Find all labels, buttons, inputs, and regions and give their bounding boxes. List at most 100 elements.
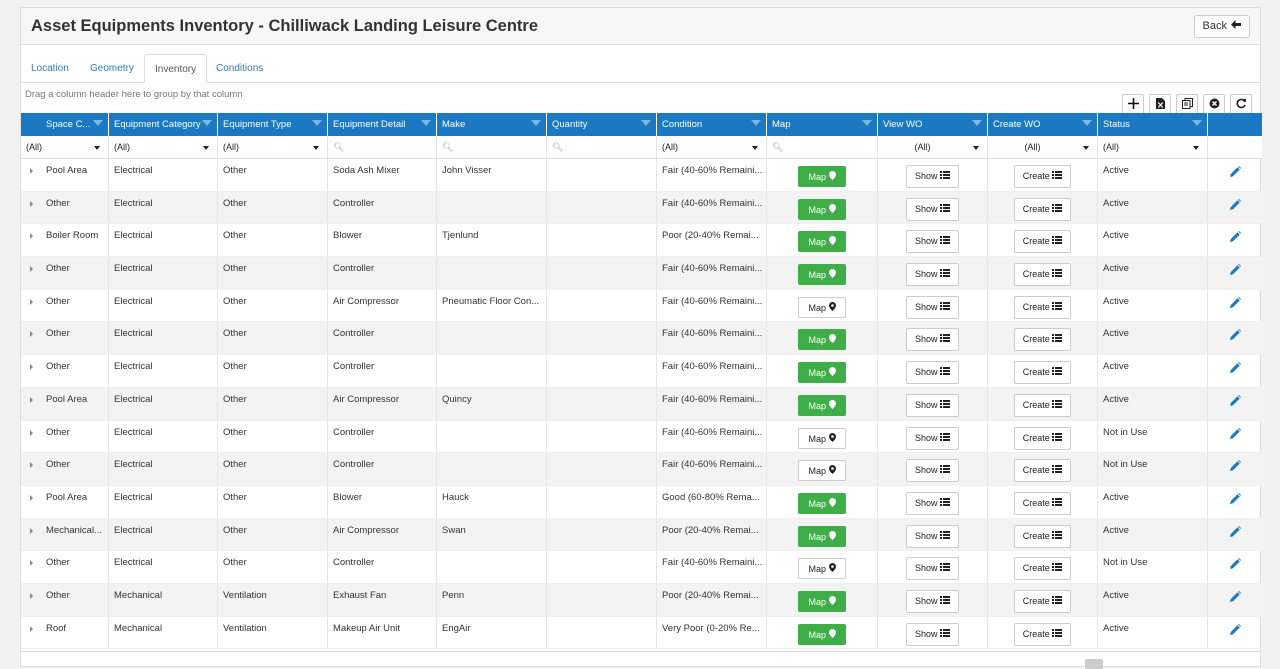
- map-button[interactable]: Map: [798, 362, 846, 384]
- table-row[interactable]: Other Mechanical Ventilation Exhaust Fan Pen…: [21, 583, 1262, 617]
- table-row[interactable]: Pool Area Electrical Other Soda Ash Mixer Jo…: [21, 159, 1262, 192]
- expand-row-icon[interactable]: [30, 298, 33, 305]
- filter-status-select[interactable]: (All): [1098, 136, 1208, 159]
- filter-funnel-icon[interactable]: [93, 120, 103, 126]
- pencil-icon[interactable]: [1229, 427, 1241, 453]
- expand-row-icon[interactable]: [30, 527, 33, 534]
- pencil-icon[interactable]: [1229, 492, 1241, 518]
- show-wo-button[interactable]: Show: [906, 524, 959, 548]
- pencil-icon[interactable]: [1229, 558, 1241, 583]
- map-button[interactable]: Map: [798, 264, 846, 286]
- map-button[interactable]: Map: [798, 623, 846, 645]
- pencil-icon[interactable]: [1229, 362, 1241, 387]
- map-button[interactable]: Map: [798, 492, 846, 514]
- pencil-icon[interactable]: [1229, 460, 1241, 485]
- tab-geometry[interactable]: Geometry: [80, 54, 144, 83]
- pencil-icon[interactable]: [1229, 296, 1241, 322]
- pencil-icon[interactable]: [1229, 590, 1241, 616]
- pencil-icon[interactable]: [1229, 329, 1241, 354]
- table-row[interactable]: Pool Area Electrical Other Air Compressor Qu…: [21, 387, 1262, 421]
- show-wo-button[interactable]: Show: [906, 426, 959, 450]
- column-header-type[interactable]: Equipment Type: [218, 113, 328, 136]
- show-wo-button[interactable]: Show: [906, 589, 959, 613]
- show-wo-button[interactable]: Show: [906, 361, 959, 385]
- pencil-icon[interactable]: [1229, 525, 1241, 551]
- column-header-status[interactable]: Status: [1098, 113, 1208, 136]
- pencil-icon[interactable]: [1229, 623, 1241, 649]
- create-wo-button[interactable]: Create: [1014, 524, 1071, 548]
- show-wo-button[interactable]: Show: [906, 491, 959, 515]
- filter-funnel-icon[interactable]: [1192, 120, 1202, 126]
- expand-row-icon[interactable]: [30, 625, 33, 632]
- column-header-category[interactable]: Equipment Category: [109, 113, 218, 136]
- pencil-icon[interactable]: [1229, 198, 1241, 224]
- filter-category-select[interactable]: (All): [109, 136, 218, 159]
- expand-row-icon[interactable]: [30, 168, 33, 174]
- expand-row-icon[interactable]: [30, 331, 33, 338]
- filter-space-select[interactable]: (All): [21, 136, 109, 159]
- pencil-icon[interactable]: [1229, 264, 1241, 289]
- map-button[interactable]: Map: [798, 394, 846, 416]
- create-wo-button[interactable]: Create: [1014, 557, 1071, 581]
- filter-create-wo-select[interactable]: (All): [988, 136, 1098, 159]
- map-button[interactable]: Map: [798, 329, 846, 351]
- table-row[interactable]: Other Electrical Other Controller Fair (40-6…: [21, 355, 1262, 388]
- map-button[interactable]: Map: [798, 558, 846, 580]
- table-row[interactable]: Roof Mechanical Ventilation Makeup Air Unit…: [21, 616, 1262, 650]
- map-button[interactable]: Map: [798, 231, 846, 253]
- tab-location[interactable]: Location: [21, 54, 79, 83]
- show-wo-button[interactable]: Show: [906, 622, 959, 646]
- show-wo-button[interactable]: Show: [906, 295, 959, 319]
- filter-type-select[interactable]: (All): [218, 136, 328, 159]
- table-row[interactable]: Mechanical... Electrical Other Air Compress…: [21, 518, 1262, 552]
- create-wo-button[interactable]: Create: [1014, 197, 1071, 221]
- back-button[interactable]: Back: [1193, 15, 1250, 38]
- horizontal-scrollbar[interactable]: [1085, 659, 1103, 669]
- filter-funnel-icon[interactable]: [202, 120, 212, 126]
- column-header-map[interactable]: Map: [767, 113, 878, 136]
- show-wo-button[interactable]: Show: [906, 165, 959, 188]
- filter-view-wo-select[interactable]: (All): [878, 136, 988, 159]
- filter-quantity-input[interactable]: 🔍︎: [547, 136, 657, 159]
- filter-funnel-icon[interactable]: [641, 120, 651, 126]
- create-wo-button[interactable]: Create: [1014, 230, 1071, 254]
- show-wo-button[interactable]: Show: [906, 328, 959, 352]
- pencil-icon[interactable]: [1229, 231, 1241, 256]
- filter-funnel-icon[interactable]: [751, 120, 761, 126]
- expand-row-icon[interactable]: [30, 233, 33, 240]
- map-button[interactable]: Map: [798, 590, 846, 612]
- show-wo-button[interactable]: Show: [906, 459, 959, 483]
- create-wo-button[interactable]: Create: [1014, 393, 1071, 417]
- create-wo-button[interactable]: Create: [1014, 426, 1071, 450]
- tab-conditions[interactable]: Conditions: [206, 54, 273, 83]
- expand-row-icon[interactable]: [30, 592, 33, 599]
- show-wo-button[interactable]: Show: [906, 197, 959, 221]
- expand-row-icon[interactable]: [30, 429, 33, 436]
- column-header-space[interactable]: Space C...: [21, 113, 109, 136]
- table-row[interactable]: Other Electrical Other Controller Fair (40-6…: [21, 322, 1262, 356]
- filter-map-input[interactable]: 🔍︎: [767, 136, 878, 159]
- pencil-icon[interactable]: [1229, 166, 1241, 191]
- table-row[interactable]: Pool Area Electrical Other Blower Hauck Good …: [21, 485, 1262, 519]
- expand-row-icon[interactable]: [30, 462, 33, 469]
- column-header-condition[interactable]: Condition: [657, 113, 767, 136]
- column-header-view-wo[interactable]: View WO: [878, 113, 988, 136]
- map-button[interactable]: Map: [798, 525, 846, 547]
- map-button[interactable]: Map: [798, 166, 846, 187]
- table-row[interactable]: Other Electrical Other Air Compressor Pneuma…: [21, 289, 1262, 323]
- column-header-detail[interactable]: Equipment Detail: [328, 113, 437, 136]
- table-row[interactable]: Other Electrical Other Controller Fair (40-6…: [21, 551, 1262, 584]
- show-wo-button[interactable]: Show: [906, 557, 959, 581]
- map-button[interactable]: Map: [798, 296, 846, 318]
- expand-row-icon[interactable]: [30, 560, 33, 567]
- create-wo-button[interactable]: Create: [1014, 263, 1071, 287]
- table-row[interactable]: Boiler Room Electrical Other Blower Tjenlund…: [21, 224, 1262, 258]
- filter-funnel-icon[interactable]: [1082, 120, 1092, 126]
- filter-condition-select[interactable]: (All): [657, 136, 767, 159]
- table-row[interactable]: Other Electrical Other Controller Fair (40-6…: [21, 420, 1262, 454]
- pencil-icon[interactable]: [1229, 394, 1241, 420]
- show-wo-button[interactable]: Show: [906, 230, 959, 254]
- filter-funnel-icon[interactable]: [972, 120, 982, 126]
- column-header-create-wo[interactable]: Create WO: [988, 113, 1098, 136]
- filter-detail-input[interactable]: 🔍︎: [328, 136, 437, 159]
